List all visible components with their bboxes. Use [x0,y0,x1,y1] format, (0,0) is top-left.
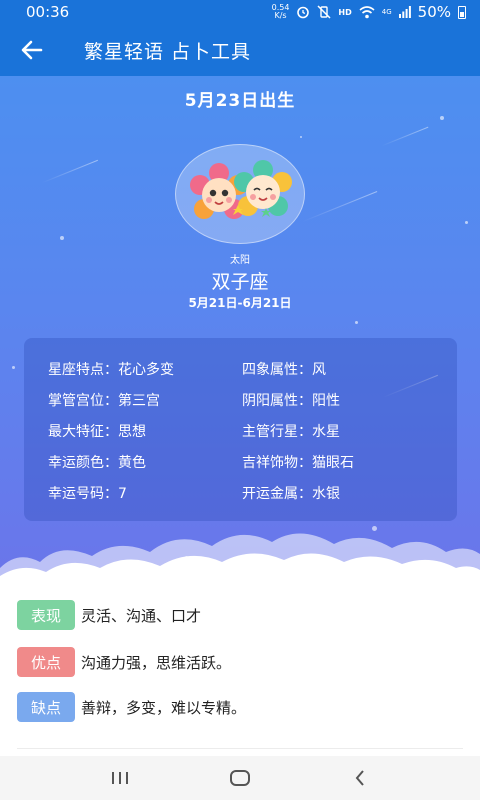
info-cell: 开运金属：水银 [242,483,436,503]
info-label: 主管行星： [242,423,312,440]
info-cell: 吉祥饰物：猫眼石 [242,452,436,472]
cloud-divider [0,533,480,586]
app-bar: 繁星轻语 占卜工具 [0,24,480,76]
info-cell: 最大特征：思想 [48,421,242,441]
trait-text-performance: 灵活、沟通、口才 [81,606,202,625]
info-value: 阳性 [312,392,340,409]
sparkle [465,221,468,224]
info-label: 掌管宫位： [48,392,118,409]
birth-date: 5月23日出生 [184,91,296,111]
info-label: 幸运号码： [48,485,118,502]
vibrate-mute-icon [317,5,331,19]
trait-row-strengths: 优点 沟通力强，思维活跃。 [17,647,231,677]
zodiac-hero: 5月23日出生 太阳 双子座 5月21日-6月21日 星座特点：花心多变 四象属… [0,76,480,586]
sparkle [300,136,302,138]
system-back-button[interactable] [340,758,380,798]
zodiac-avatar [175,144,305,244]
status-bar: 00:36 0.54 K/s HD 4G 50% [0,0,480,24]
battery-icon [458,5,466,19]
info-label: 开运金属： [242,485,312,502]
info-value: 黄色 [118,454,146,471]
sparkle [12,366,15,369]
info-cell: 阴阳属性：阳性 [242,390,436,410]
info-value: 风 [312,361,326,378]
info-cell: 掌管宫位：第三宫 [48,390,242,410]
zodiac-date-range: 5月21日-6月21日 [188,296,292,310]
zodiac-sign-name: 双子座 [211,271,269,293]
hd-indicator: HD [338,7,352,17]
network-speed-unit: K/s [274,11,287,20]
info-cell: 幸运号码：7 [48,483,242,503]
trait-row-weaknesses: 缺点 善辩，多变，难以专精。 [17,692,246,722]
info-cell: 幸运颜色：黄色 [48,452,242,472]
sparkle [440,116,444,120]
wifi-icon [359,5,375,18]
info-row: 掌管宫位：第三宫 阴阳属性：阳性 [48,384,457,415]
info-cell: 四象属性：风 [242,359,436,379]
signal-icon [398,6,411,18]
shooting-star [41,159,99,184]
info-label: 星座特点： [48,361,118,378]
trait-tag-strengths: 优点 [17,647,75,677]
info-value: 水银 [312,485,340,502]
signal-type: 4G [381,8,392,16]
trait-text-weaknesses: 善辩，多变，难以专精。 [81,698,247,717]
info-label: 最大特征： [48,423,118,440]
shooting-star [381,126,429,147]
info-cell: 主管行星：水星 [242,421,436,441]
info-label: 吉祥饰物： [242,454,312,471]
info-value: 思想 [118,423,146,440]
recent-apps-button[interactable] [100,758,140,798]
info-value: 水星 [312,423,340,440]
chevron-left-icon [355,770,364,786]
divider [17,748,463,749]
gemini-twins-flowers-icon [190,160,292,219]
home-icon [230,770,250,786]
alarm-icon [297,6,310,19]
info-value: 7 [118,485,127,502]
info-label: 幸运颜色： [48,454,118,471]
info-row: 星座特点：花心多变 四象属性：风 [48,353,457,384]
info-label: 阴阳属性： [242,392,312,409]
trait-tag-performance: 表现 [17,600,75,630]
home-button[interactable] [220,758,260,798]
info-row: 幸运颜色：黄色 吉祥饰物：猫眼石 [48,446,457,477]
zodiac-info-card: 星座特点：花心多变 四象属性：风 掌管宫位：第三宫 阴阳属性：阳性 最大特征：思… [24,338,457,521]
info-label: 四象属性： [242,361,312,378]
page-title: 繁星轻语 占卜工具 [84,40,252,63]
recent-apps-icon [112,772,128,784]
info-row: 最大特征：思想 主管行星：水星 [48,415,457,446]
shooting-star [302,191,378,222]
sparkle [355,321,358,324]
info-value: 猫眼石 [312,454,354,471]
info-row: 幸运号码：7 开运金属：水银 [48,477,457,508]
sparkle [60,236,64,240]
info-cell: 星座特点：花心多变 [48,359,242,379]
back-button[interactable] [0,24,64,76]
trait-row-performance: 表现 灵活、沟通、口才 [17,600,201,630]
network-speed: 0.54 K/s [272,4,290,20]
info-value: 花心多变 [118,361,174,378]
status-icons: 0.54 K/s HD 4G 50% [272,3,466,21]
info-value: 第三宫 [118,392,160,409]
sun-label: 太阳 [230,255,250,266]
arrow-left-icon [21,40,43,60]
trait-text-strengths: 沟通力强，思维活跃。 [81,653,232,672]
status-time: 00:36 [26,3,70,21]
traits-section: 表现 灵活、沟通、口才 优点 沟通力强，思维活跃。 缺点 善辩，多变，难以专精。 [0,586,480,756]
system-nav-bar [0,756,480,800]
trait-tag-weaknesses: 缺点 [17,692,75,722]
battery-percent: 50% [417,3,451,21]
